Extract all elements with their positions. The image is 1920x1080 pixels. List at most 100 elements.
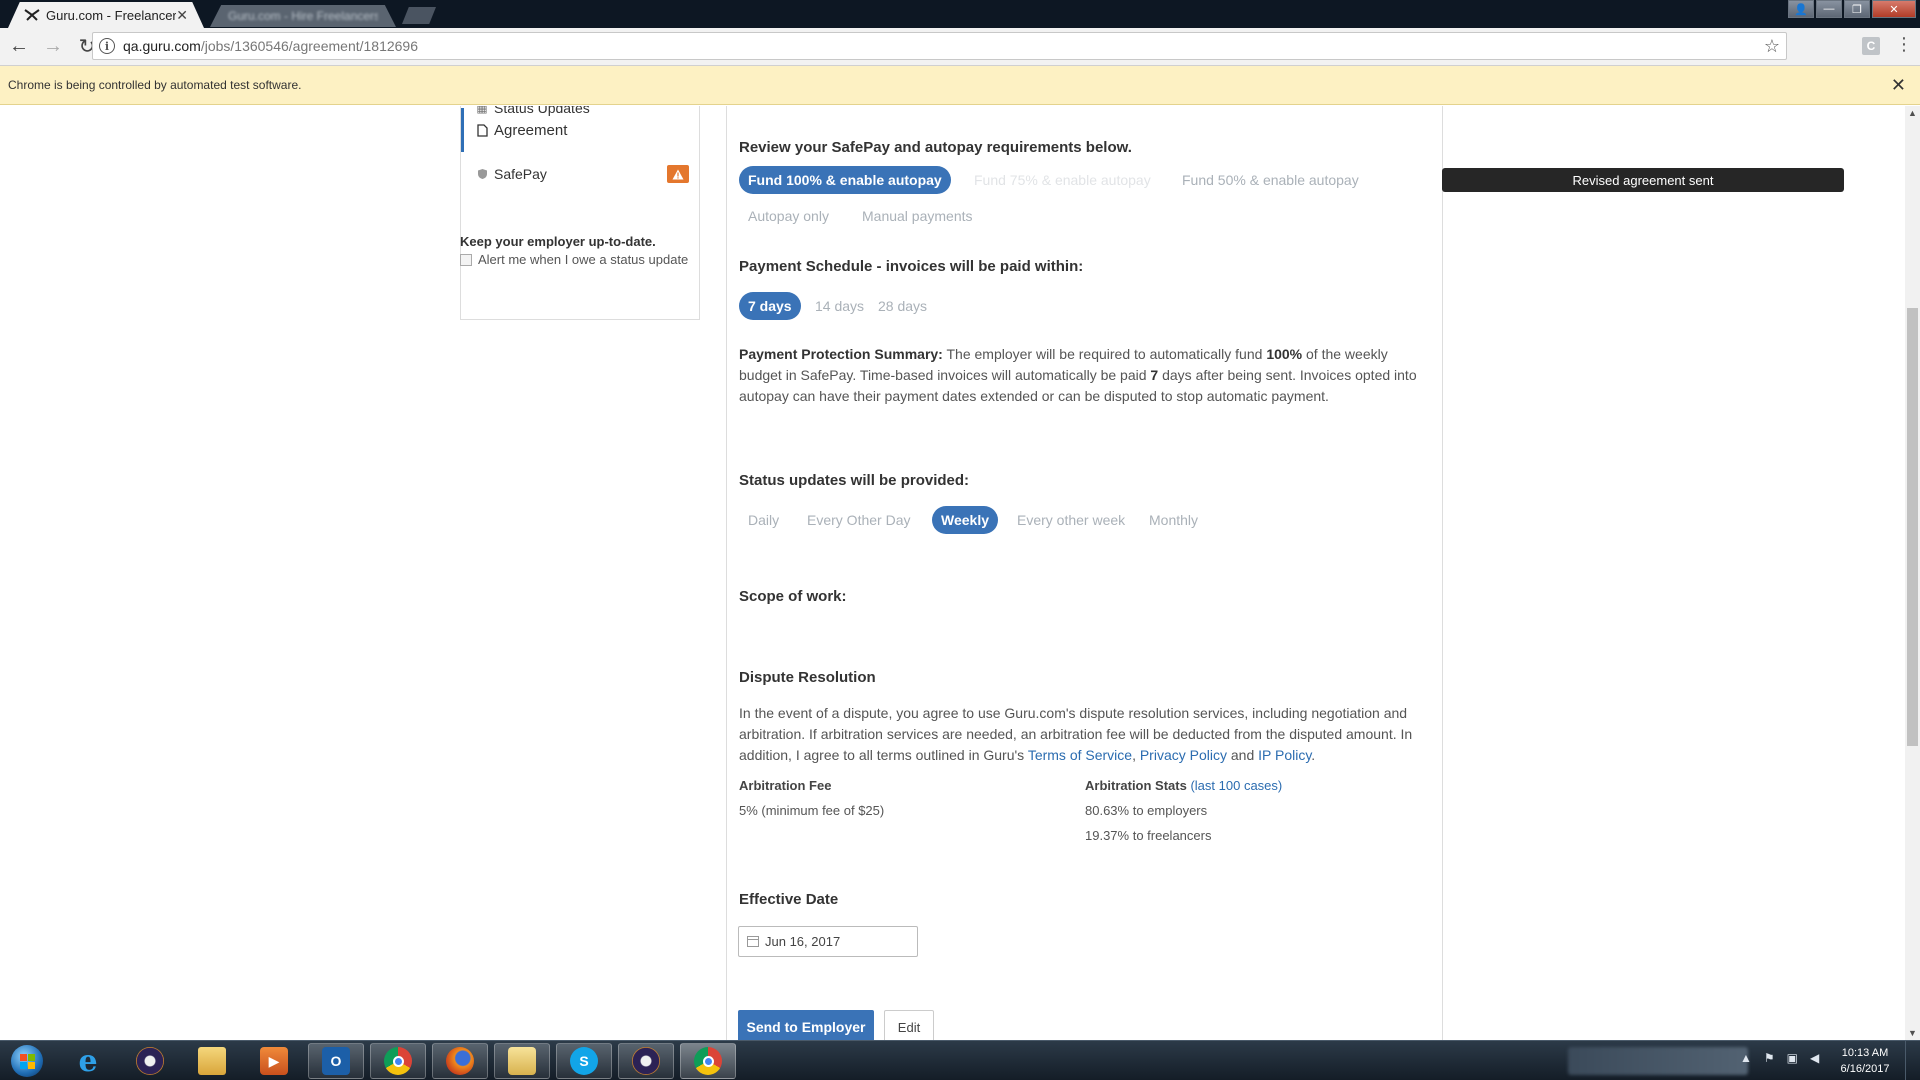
address-bar[interactable]: i qa.guru.com /jobs/1360546/agreement/18… [92,32,1787,60]
firefox-icon[interactable] [432,1043,488,1079]
alert-status-checkbox[interactable]: Alert me when I owe a status update [460,252,688,267]
sidebar-item-agreement[interactable]: Agreement [461,108,699,152]
tab-title: Guru.com - Freelancer [46,7,177,23]
sidebar-item-label: SafePay [494,166,547,182]
tab-close-icon[interactable]: ✕ [176,7,188,24]
window-controls: 👤 — ❐ ✕ [1788,0,1916,18]
infobar-close-icon[interactable]: ✕ [1891,75,1906,96]
safepay-option-fund-50[interactable]: Fund 50% & enable autopay [1173,166,1368,194]
edit-button[interactable]: Edit [884,1010,934,1040]
windows-logo-icon [11,1045,43,1077]
arbitration-stats-label: Arbitration Stats (last 100 cases) [1085,778,1282,793]
file-explorer-icon[interactable] [184,1043,240,1079]
show-desktop-button[interactable] [1905,1041,1920,1080]
media-player-icon[interactable]: ▶ [246,1043,302,1079]
internet-explorer-icon[interactable]: e [60,1043,116,1079]
stats-freelancers: 19.37% to freelancers [1085,828,1212,843]
browser-toolbar: ← → ↻ i qa.guru.com /jobs/1360546/agreem… [0,28,1920,66]
status-updates-heading: Status updates will be provided: [739,472,970,489]
checkbox-label: Alert me when I owe a status update [478,252,689,267]
status-option-monthly[interactable]: Monthly [1140,506,1207,534]
effective-date-heading: Effective Date [739,891,839,908]
automation-infobar: Chrome is being controlled by automated … [0,66,1920,105]
revised-agreement-tooltip: Revised agreement sent [1442,168,1844,192]
sidebar-item-safepay[interactable]: SafePay [461,152,699,196]
guru-favicon-icon [24,7,40,23]
tab-active[interactable]: Guru.com - Freelancer ✕ [8,2,204,28]
dispute-heading: Dispute Resolution [739,669,876,686]
scope-heading: Scope of work: [739,588,847,605]
bookmark-star-icon[interactable]: ☆ [1764,36,1780,57]
tab-title-inactive: Guru.com - Hire Freelancers [228,9,378,23]
arbitration-fee-value: 5% (minimum fee of $25) [739,803,885,818]
system-clock[interactable]: 10:13 AM 6/16/2017 [1830,1045,1900,1077]
restore-button[interactable]: ❐ [1844,0,1870,18]
safepay-option-manual[interactable]: Manual payments [853,202,982,230]
new-tab-button[interactable] [402,7,436,24]
outlook-icon[interactable]: O [308,1043,364,1079]
start-button[interactable] [6,1043,48,1079]
back-arrow-icon[interactable]: ← [4,32,34,62]
skype-icon[interactable]: S [556,1043,612,1079]
checkbox-box[interactable] [460,253,472,266]
eclipse-icon[interactable] [122,1043,178,1079]
volume-icon[interactable]: ◀ [1810,1051,1819,1065]
tab-inactive[interactable]: Guru.com - Hire Freelancers [210,5,396,27]
dispute-sep: and [1226,747,1259,763]
ip-policy-link[interactable]: IP Policy [1258,747,1311,763]
status-option-daily[interactable]: Daily [739,506,788,534]
chrome-icon[interactable] [370,1043,426,1079]
scroll-up-arrow-icon[interactable]: ▲ [1908,108,1917,118]
shield-icon [476,167,488,181]
dispute-text: In the event of a dispute, you agree to … [739,703,1433,766]
safepay-option-fund-75[interactable]: Fund 75% & enable autopay [965,166,1160,194]
terms-of-service-link[interactable]: Terms of Service [1028,747,1132,763]
infobar-text: Chrome is being controlled by automated … [8,78,302,92]
show-hidden-icons-icon[interactable]: ▲ [1740,1051,1752,1065]
forward-arrow-icon[interactable]: → [38,32,68,62]
network-icon[interactable]: ▣ [1787,1051,1798,1065]
kebab-menu-icon[interactable]: ⋮ [1895,34,1913,55]
url-path: /jobs/1360546/agreement/1812696 [200,38,419,54]
agreement-panel: Review your SafePay and autopay requirem… [726,106,1844,1040]
document-icon [476,123,488,137]
schedule-option-28-days[interactable]: 28 days [869,292,936,320]
last-100-cases-link[interactable]: (last 100 cases) [1190,778,1282,793]
payment-schedule-heading: Payment Schedule - invoices will be paid… [739,258,1084,275]
title-bar: Guru.com - Freelancer ✕ Guru.com - Hire … [0,0,1920,28]
privacy-policy-link[interactable]: Privacy Policy [1140,747,1227,763]
payment-protection-summary: Payment Protection Summary: The employer… [739,344,1429,407]
extension-icon[interactable]: C [1862,37,1880,55]
schedule-option-14-days[interactable]: 14 days [806,292,873,320]
page-scrollbar[interactable]: ▲ ▼ [1905,106,1920,1040]
eclipse-running-icon[interactable] [618,1043,674,1079]
chrome-active-icon[interactable] [680,1043,736,1079]
action-center-flag-icon[interactable]: ⚑ [1764,1051,1775,1065]
job-sidebar-menu: ▦ Status Updates Agreement SafePay [460,106,700,320]
scrollbar-thumb[interactable] [1907,308,1918,746]
page-content: ▦ Status Updates Agreement SafePay Keep … [0,106,1905,1040]
status-option-every-other-day[interactable]: Every Other Day [798,506,919,534]
schedule-option-7-days[interactable]: 7 days [739,292,801,320]
sidebar-item-label: Agreement [494,121,568,139]
scroll-down-arrow-icon[interactable]: ▼ [1908,1028,1917,1038]
safepay-option-fund-100[interactable]: Fund 100% & enable autopay [739,166,951,194]
minimize-button[interactable]: — [1816,0,1842,18]
user-icon[interactable]: 👤 [1788,0,1814,18]
stats-employers: 80.63% to employers [1085,803,1208,818]
status-option-every-other-week[interactable]: Every other week [1008,506,1134,534]
status-option-weekly[interactable]: Weekly [932,506,998,534]
folder-icon[interactable] [494,1043,550,1079]
effective-date-input[interactable]: Jun 16, 2017 [738,926,918,957]
url-host: qa.guru.com [123,38,201,54]
close-window-button[interactable]: ✕ [1872,0,1916,18]
safepay-option-autopay-only[interactable]: Autopay only [739,202,838,230]
clock-time: 10:13 AM [1841,1047,1889,1059]
tray-notification-area [1568,1047,1748,1075]
safepay-heading: Review your SafePay and autopay requirem… [739,139,1132,156]
send-to-employer-button[interactable]: Send to Employer [738,1010,874,1040]
info-icon[interactable]: i [99,38,115,54]
protection-label: Payment Protection Summary: [739,346,943,362]
effective-date-value: Jun 16, 2017 [765,934,841,949]
calendar-icon [747,936,759,947]
